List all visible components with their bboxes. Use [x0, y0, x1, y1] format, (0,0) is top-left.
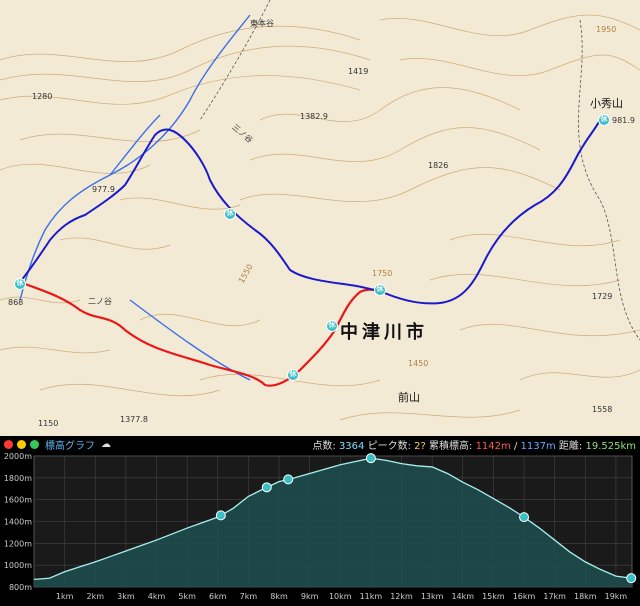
rest-point-marker: [215, 510, 226, 521]
rest-point-marker: [261, 482, 272, 493]
spot-height: 1280: [32, 92, 53, 101]
x-tick-label: 17km: [543, 592, 566, 601]
contour-height: 1950: [596, 25, 617, 34]
spot-height: 1377.8: [120, 415, 148, 424]
cumulative-up: 1142m: [475, 440, 511, 452]
x-tick-label: 8km: [270, 592, 288, 601]
x-tick-label: 14km: [451, 592, 474, 601]
valley-name-ninotani: 二ノ谷: [88, 297, 112, 306]
rest-marker-icon[interactable]: 休: [374, 284, 386, 296]
y-tick-label: 1200m: [4, 539, 32, 548]
spot-height: 1382.9: [300, 112, 328, 121]
zoom-button[interactable]: [30, 439, 39, 449]
rest-point-marker: [283, 474, 294, 485]
spot-height: 1419: [348, 67, 369, 76]
profile-stats: 点数: 3364 ピーク数: 2? 累積標高: 1142m / 1137m 距離…: [312, 437, 636, 452]
profile-header: 標高グラフ ☁ 点数: 3364 ピーク数: 2? 累積標高: 1142m / …: [0, 436, 640, 452]
x-tick-label: 16km: [513, 592, 536, 601]
y-tick-label: 1400m: [4, 518, 32, 527]
y-tick-label: 1800m: [4, 474, 32, 483]
x-tick-label: 15km: [482, 592, 505, 601]
cumulative-label: 累積標高:: [429, 440, 473, 452]
cumulative-separator: /: [513, 440, 518, 452]
rest-point-marker: [519, 512, 530, 523]
descent-route: [19, 119, 601, 305]
peak-name-kohide: 小秀山: [590, 97, 623, 110]
distance-value: 19.525km: [585, 440, 636, 452]
city-label: 中津川市: [340, 322, 428, 343]
spot-height: 1558: [592, 405, 613, 414]
roads: [199, 0, 640, 341]
elevation-chart[interactable]: 800m 1000m 1200m 1400m 1600m 1800m 2000m 1km 2km…: [0, 452, 640, 606]
points-label: 点数:: [312, 440, 336, 452]
spot-height: 977.9: [92, 185, 115, 194]
rest-marker-icon[interactable]: 休: [14, 278, 26, 290]
rest-point-marker: [365, 453, 376, 464]
map-canvas: [0, 0, 640, 421]
rest-point-marker: [626, 573, 637, 584]
spot-height: 1729: [592, 292, 613, 301]
x-tick-label: 9km: [301, 592, 319, 601]
spot-height: 981.9: [612, 116, 635, 125]
valley-name-higashimotodani: 東本谷: [250, 19, 274, 28]
spot-height: 868: [8, 298, 24, 307]
rest-marker-icon[interactable]: 休: [224, 208, 236, 220]
y-tick-label: 2000m: [4, 452, 32, 461]
x-tick-label: 5km: [178, 592, 196, 601]
x-tick-label: 2km: [86, 592, 104, 601]
x-tick-label: 7km: [240, 592, 258, 601]
rest-marker-icon[interactable]: 休: [598, 114, 610, 126]
x-tick-label: 13km: [421, 592, 444, 601]
contour-height: 1450: [408, 359, 429, 368]
cloud-icon[interactable]: ☁: [101, 439, 111, 450]
x-tick-label: 4km: [148, 592, 166, 601]
y-tick-label: 1600m: [4, 496, 32, 505]
peak-name-maeyama: 前山: [398, 391, 420, 404]
close-button[interactable]: [4, 439, 13, 449]
x-tick-label: 12km: [390, 592, 413, 601]
y-tick-label: 800m: [9, 583, 32, 592]
x-tick-label: 10km: [329, 592, 352, 601]
cumulative-down: 1137m: [520, 440, 556, 452]
minimize-button[interactable]: [17, 439, 26, 449]
distance-label: 距離:: [558, 440, 583, 452]
topo-map[interactable]: 小秀山 前山 中津川市 東本谷 三ノ谷 二ノ谷 1280 1419 1382.9…: [0, 0, 640, 436]
peaks-value: 2?: [414, 440, 426, 452]
elevation-profile-panel: 標高グラフ ☁ 点数: 3364 ピーク数: 2? 累積標高: 1142m / …: [0, 436, 640, 606]
x-tick-label: 19km: [605, 592, 628, 601]
x-tick-label: 18km: [574, 592, 597, 601]
ascent-route: [19, 280, 381, 387]
x-tick-label: 1km: [56, 592, 74, 601]
peaks-label: ピーク数:: [367, 440, 411, 452]
x-tick-label: 3km: [117, 592, 135, 601]
x-tick-label: 6km: [209, 592, 227, 601]
contour-height: 1750: [372, 269, 393, 278]
points-value: 3364: [338, 440, 365, 452]
spot-height: 1150: [38, 419, 59, 428]
rivers: [19, 14, 251, 381]
spot-height: 1826: [428, 161, 449, 170]
rest-marker-icon[interactable]: 休: [326, 320, 338, 332]
contour-lines: [0, 14, 640, 421]
x-tick-label: 11km: [360, 592, 383, 601]
profile-title: 標高グラフ: [45, 440, 95, 452]
rest-marker-icon[interactable]: 休: [287, 369, 299, 381]
y-tick-label: 1000m: [4, 561, 32, 570]
